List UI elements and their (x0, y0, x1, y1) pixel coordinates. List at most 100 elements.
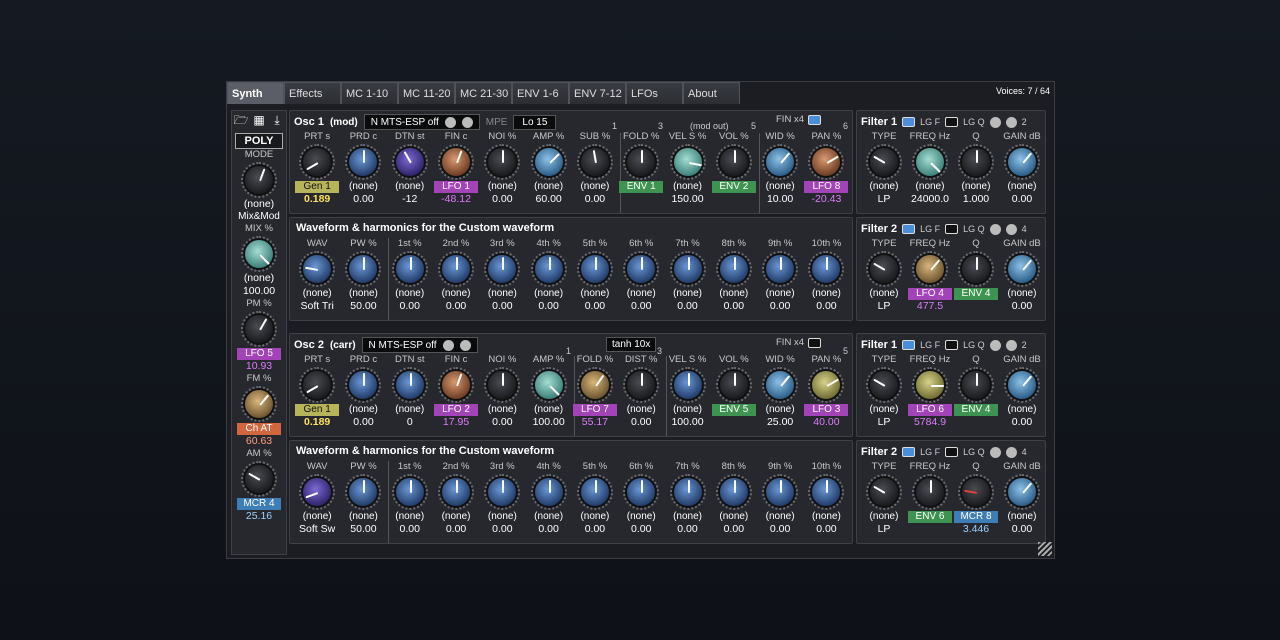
wave2-pw-knob[interactable] (345, 474, 382, 510)
wave2-8th-knob[interactable] (715, 474, 752, 510)
filter-gain-db-knob[interactable] (1004, 367, 1040, 403)
wave2-pw-mod-source[interactable]: (none) (341, 511, 385, 523)
wave1-8th-knob[interactable] (715, 251, 752, 287)
filter-type-mod-source[interactable]: (none) (862, 181, 906, 193)
filter-q-knob[interactable] (958, 144, 994, 180)
lg-f-checkbox[interactable] (902, 117, 916, 127)
osc2-wid-knob[interactable] (762, 367, 799, 403)
wave2-10th-knob[interactable] (808, 474, 845, 510)
osc1-fin-c-mod-source[interactable]: LFO 1 (434, 181, 479, 193)
osc1-vel-s-knob[interactable] (669, 144, 706, 180)
osc2-fin-c-knob[interactable] (438, 367, 475, 403)
wave2-2nd-mod-source[interactable]: (none) (434, 511, 478, 523)
wave1-pw-knob[interactable] (345, 251, 382, 287)
osc1-wid-mod-source[interactable]: (none) (758, 181, 802, 193)
osc2-prt-s-knob[interactable] (299, 367, 336, 403)
wave1-6th-mod-source[interactable]: (none) (619, 288, 663, 300)
wave2-1st-knob[interactable] (391, 474, 428, 510)
wave2-4th-mod-source[interactable]: (none) (527, 511, 571, 523)
wave1-pw-mod-source[interactable]: (none) (341, 288, 385, 300)
filter-q-mod-source[interactable]: ENV 4 (954, 288, 998, 300)
mini-knob-icon[interactable] (1005, 446, 1017, 458)
filter-gain-db-knob[interactable] (1004, 144, 1040, 180)
filter-gain-db-mod-source[interactable]: (none) (1000, 181, 1044, 193)
osc2-dtn-st-mod-source[interactable]: (none) (388, 404, 432, 416)
lg-f-checkbox[interactable] (902, 340, 916, 350)
mini-knob-icon[interactable] (442, 339, 454, 351)
osc1-dtn-st-knob[interactable] (391, 144, 428, 180)
osc1-prd-c-knob[interactable] (345, 144, 382, 180)
osc1-sub-knob[interactable] (576, 144, 613, 180)
osc1-amp-mod-source[interactable]: (none) (527, 181, 571, 193)
osc2-wid-mod-source[interactable]: (none) (758, 404, 802, 416)
wave1-3rd-mod-source[interactable]: (none) (480, 288, 524, 300)
osc2-prd-c-knob[interactable] (345, 367, 382, 403)
osc2-fin-x4[interactable]: FIN x4 (776, 337, 821, 348)
wave2-9th-mod-source[interactable]: (none) (758, 511, 802, 523)
filter-freq-hz-mod-source[interactable]: ENV 6 (908, 511, 952, 523)
osc1-lo-selector[interactable]: Lo 15 (513, 114, 557, 130)
wave2-9th-knob[interactable] (762, 474, 799, 510)
osc2-noi-mod-source[interactable]: (none) (480, 404, 524, 416)
filter-freq-hz-knob[interactable] (912, 474, 948, 510)
wave2-7th-knob[interactable] (669, 474, 706, 510)
wave1-8th-mod-source[interactable]: (none) (712, 288, 756, 300)
osc2-fold-mod-source[interactable]: LFO 7 (572, 404, 617, 416)
mini-knob-icon[interactable] (989, 446, 1001, 458)
osc1-mts-selector[interactable]: N MTS-ESP off (363, 114, 480, 130)
osc1-noi-knob[interactable] (484, 144, 521, 180)
fin-x4-checkbox[interactable] (807, 114, 821, 125)
wave2-wav-knob[interactable] (299, 474, 336, 510)
osc2-dist-knob[interactable] (623, 367, 660, 403)
open-folder-icon[interactable]: 🗁 (233, 113, 249, 127)
wave1-5th-knob[interactable] (576, 251, 613, 287)
tab-mc-11-20[interactable]: MC 11-20 (398, 82, 455, 104)
wave2-6th-knob[interactable] (623, 474, 660, 510)
filter-type-mod-source[interactable]: (none) (862, 511, 906, 523)
lg-q-checkbox[interactable] (945, 117, 959, 127)
tab-mc-1-10[interactable]: MC 1-10 (341, 82, 398, 104)
osc1-pan-mod-source[interactable]: LFO 8 (804, 181, 849, 193)
wave2-3rd-knob[interactable] (484, 474, 521, 510)
fm-mod[interactable]: Ch AT (237, 423, 281, 435)
osc1-prt-s-knob[interactable] (299, 144, 336, 180)
wave2-wav-mod-source[interactable]: (none) (295, 511, 339, 523)
wave2-5th-knob[interactable] (576, 474, 613, 510)
filter-freq-hz-mod-source[interactable]: (none) (908, 181, 952, 193)
osc1-amp-knob[interactable] (530, 144, 567, 180)
mini-knob-icon[interactable] (989, 223, 1001, 235)
mix-mod[interactable]: (none) (244, 272, 274, 285)
osc2-tanh-selector[interactable]: tanh 10x (606, 337, 657, 352)
osc2-fin-c-mod-source[interactable]: LFO 2 (434, 404, 479, 416)
tab-about[interactable]: About (683, 82, 740, 104)
osc2-prt-s-mod-source[interactable]: Gen 1 (295, 404, 340, 416)
wave2-7th-mod-source[interactable]: (none) (666, 511, 710, 523)
wave1-9th-knob[interactable] (762, 251, 799, 287)
download-icon[interactable]: ⤓ (269, 113, 285, 127)
osc1-dtn-st-mod-source[interactable]: (none) (388, 181, 432, 193)
am-knob[interactable] (241, 461, 277, 497)
wave2-1st-mod-source[interactable]: (none) (388, 511, 432, 523)
pm-mod[interactable]: LFO 5 (237, 348, 281, 360)
wave2-4th-knob[interactable] (530, 474, 567, 510)
mini-knob-icon[interactable] (989, 116, 1001, 128)
tab-synth[interactable]: Synth (227, 82, 284, 104)
wave2-2nd-knob[interactable] (438, 474, 475, 510)
osc1-vel-s-mod-source[interactable]: (none) (666, 181, 710, 193)
mini-knob-icon[interactable] (1005, 339, 1017, 351)
osc2-vel-s-knob[interactable] (669, 367, 706, 403)
osc1-vol-knob[interactable] (715, 144, 752, 180)
osc2-amp-knob[interactable] (530, 367, 567, 403)
filter-freq-hz-knob[interactable] (912, 144, 948, 180)
filter-q-mod-source[interactable]: MCR 8 (954, 511, 998, 523)
mini-knob-icon[interactable] (1005, 116, 1017, 128)
wave1-7th-knob[interactable] (669, 251, 706, 287)
osc1-pan-knob[interactable] (808, 144, 845, 180)
filter-gain-db-knob[interactable] (1004, 474, 1040, 510)
osc1-wid-knob[interactable] (762, 144, 799, 180)
osc1-prd-c-mod-source[interactable]: (none) (341, 181, 385, 193)
filter-type-knob[interactable] (866, 144, 902, 180)
lg-f-checkbox[interactable] (902, 447, 916, 457)
tab-effects[interactable]: Effects (284, 82, 341, 104)
fm-knob[interactable] (241, 386, 277, 422)
